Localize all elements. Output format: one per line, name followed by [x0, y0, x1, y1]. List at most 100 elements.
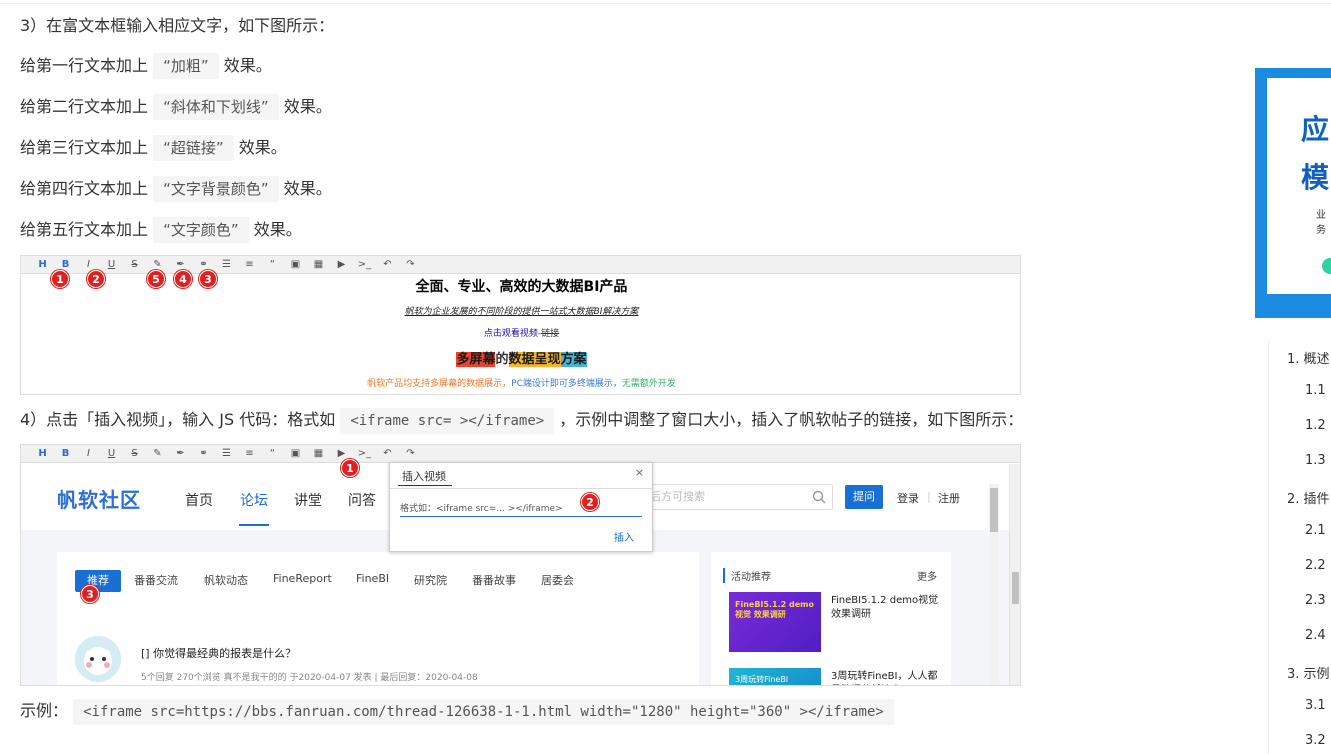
frame-scrollbar[interactable]: [1009, 464, 1020, 685]
quote-icon: “: [269, 447, 276, 459]
strikethrough-icon: S: [131, 258, 138, 270]
underline-icon: U: [107, 447, 116, 459]
line-suffix: 效果。: [283, 179, 332, 198]
line-prefix: 给第一行文本加上: [20, 56, 149, 75]
nav-forum: 论坛: [240, 493, 268, 509]
line-suffix: 效果。: [223, 56, 272, 75]
toc-item[interactable]: 2.3: [1305, 593, 1326, 608]
toc-item[interactable]: 2.2: [1305, 558, 1326, 573]
line-suffix: 效果。: [283, 97, 332, 116]
toc-item[interactable]: 2. 插件: [1287, 488, 1330, 507]
instruction-line-2: 给第二行文本加上 “斜体和下划线” 效果。: [20, 94, 332, 120]
tab-fanruan-news: 帆软动态: [204, 574, 248, 587]
redo-icon: ↷: [406, 447, 415, 459]
line-prefix: 给第二行文本加上: [20, 97, 149, 116]
line-prefix: 给第四行文本加上: [20, 179, 149, 198]
toc-item[interactable]: 2.1: [1305, 523, 1326, 538]
image-icon: ▣: [290, 258, 301, 270]
italic-underline-line: 帆软为企业发展的不同阶段的提供一站式大数据BI解决方案: [404, 307, 639, 317]
forum-logo: 帆软社区: [57, 488, 141, 512]
plain-char: 的: [495, 352, 509, 367]
undo-icon: ↶: [383, 447, 392, 459]
insert-button: 插入: [614, 533, 634, 544]
step4-text: 4）点击「插入视频」，输入 JS 代码：格式如 <iframe src= ></…: [20, 407, 1023, 434]
toc-item[interactable]: 1. 概述: [1287, 348, 1330, 367]
undo-icon: ↶: [383, 258, 392, 270]
toc-item[interactable]: 1.3: [1305, 453, 1326, 468]
register-link: 注册: [938, 492, 960, 505]
toc-item[interactable]: 3.1: [1305, 698, 1326, 713]
table-icon: ▦: [313, 447, 324, 459]
rich-text-editor-screenshot: H B I U S ✎ ✒ ⚭ ☰ ≡ “ ▣ ▦ ▶ >_ ↶ ↷ 1 2 5…: [20, 255, 1021, 395]
activity-title-1: FineBI5.1.2 demo视觉效果调研: [831, 595, 939, 620]
code-icon: >_: [357, 258, 372, 270]
toc-item[interactable]: 3.2: [1305, 733, 1326, 748]
line-prefix: 给第三行文本加上: [20, 138, 149, 157]
iframe-code-input: 格式如：<iframe src=... ></iframe>: [400, 501, 642, 517]
background-color-icon: ✎: [153, 447, 162, 459]
instruction-line-4: 给第四行文本加上 “文字背景颜色” 效果。: [20, 176, 332, 202]
line-prefix: 给第五行文本加上: [20, 220, 149, 239]
bold-line: 全面、专业、高效的大数据BI产品: [415, 279, 628, 295]
cat-avatar-icon: [75, 636, 121, 682]
example-line: 示例： <iframe src=https://bbs.fanruan.com/…: [20, 698, 894, 725]
toc-item[interactable]: 1.2: [1305, 418, 1326, 433]
tab-fanfan-story: 番番故事: [472, 574, 516, 587]
heading-icon: H: [38, 447, 47, 459]
dialog-divider: [390, 488, 654, 489]
example-label: 示例：: [20, 701, 69, 720]
ask-button: 提问: [845, 485, 883, 509]
line-suffix: 效果。: [238, 138, 287, 157]
list-icon: ☰: [222, 447, 231, 459]
tab-finebi: FineBI: [356, 572, 390, 585]
dialog-title-underline: [398, 485, 452, 486]
inline-code: “文字颜色”: [153, 217, 249, 243]
inline-code: “超链接”: [153, 135, 234, 161]
search-icon: [812, 490, 826, 504]
nav-home: 首页: [185, 493, 213, 509]
text-color-line: 帆软产品均支持多屏幕的数据展示，PC端设计即可多终端展示，无需额外开发: [21, 376, 1022, 389]
orange-text: 帆软产品均支持多屏幕的数据展示，: [367, 379, 512, 389]
editor-toolbar: H B I U S ✎ ✒ ⚭ ☰ ≡ “ ▣ ▦ ▶ >_ ↶ ↷: [21, 256, 1020, 274]
highlight-blue: 方案: [560, 352, 587, 367]
toc-item[interactable]: 2.4: [1305, 628, 1326, 643]
activity-heading: 活动推荐: [723, 568, 771, 583]
post-list-card: 推荐 番番交流 帆软动态 FineReport FineBI 研究院 番番故事 …: [57, 552, 699, 685]
toc-item[interactable]: 1.1: [1305, 383, 1326, 398]
scrollbar-thumb[interactable]: [1012, 572, 1019, 604]
tab-research: 研究院: [414, 574, 447, 587]
highlight-red: 多屏幕: [456, 352, 496, 367]
example-code: <iframe src=https://bbs.fanruan.com/thre…: [73, 699, 894, 725]
login-link: 登录: [897, 492, 919, 505]
search-placeholder: 后方可搜索: [650, 490, 705, 503]
table-icon: ▦: [313, 258, 324, 270]
toc-item[interactable]: 3. 示例: [1287, 663, 1330, 682]
blue-text: PC端设计即可多终端展示，: [511, 379, 622, 389]
strikethrough-icon: S: [131, 447, 138, 459]
promo-dot: [1322, 258, 1331, 274]
annotation-marker: 1: [341, 459, 359, 477]
tab-finereport: FineReport: [273, 572, 332, 585]
hyperlink-text: 点击观看视频: [483, 329, 538, 339]
post-meta: 5个回复 270个浏览 真不是我干的的 于2020-04-07 发表 | 最后回…: [141, 673, 478, 683]
dialog-title: 插入视频: [402, 470, 446, 483]
inline-code: “斜体和下划线”: [153, 94, 279, 120]
forum-search: 后方可搜索: [641, 484, 833, 510]
promo-title-1: 应: [1301, 113, 1330, 146]
toc-rail: [1268, 340, 1269, 754]
insert-video-dialog: 插入视频 × 格式如：<iframe src=... ></iframe> 插入: [389, 462, 654, 552]
step3-text: 3）在富文本框输入相应文字，如下图所示：: [20, 16, 335, 35]
nav-qa: 问答: [348, 493, 376, 509]
promo-title-2: 模: [1301, 161, 1330, 194]
annotation-marker: 2: [581, 493, 599, 511]
video-icon: ▶: [337, 258, 346, 270]
post-title: [] 你觉得最经典的报表是什么？: [141, 647, 297, 660]
inline-code: <iframe src= ></iframe>: [340, 408, 555, 434]
text-color-icon: ✒: [176, 447, 185, 459]
list-icon: ☰: [222, 258, 231, 270]
quote-icon: “: [269, 258, 276, 270]
align-icon: ≡: [245, 258, 254, 270]
nav-active-indicator: [239, 524, 269, 526]
annotation-marker: 3: [81, 585, 99, 603]
editor-toolbar: H B I U S ✎ ✒ ⚭ ☰ ≡ “ ▣ ▦ ▶ >_ ↶ ↷: [21, 445, 1020, 463]
